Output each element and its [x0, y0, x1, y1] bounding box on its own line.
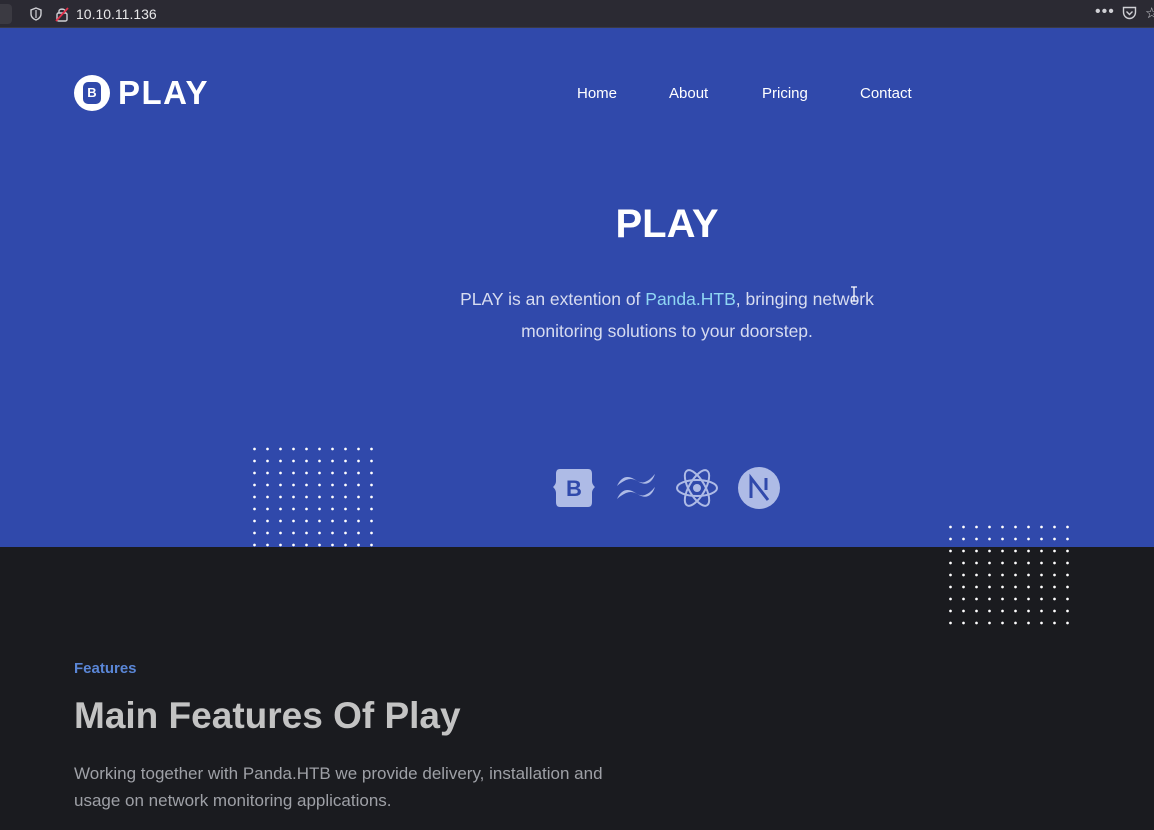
- logo-letter: B: [83, 82, 101, 104]
- svg-text:B: B: [566, 476, 582, 501]
- nav-about[interactable]: About: [669, 85, 708, 103]
- features-kicker: Features: [74, 660, 137, 677]
- insecure-lock-icon[interactable]: [55, 6, 69, 22]
- decorative-dot-grid: [248, 443, 378, 547]
- address-bar-url[interactable]: 10.10.11.136: [76, 5, 157, 23]
- features-title: Main Features Of Play: [74, 695, 461, 736]
- tailwind-icon: [617, 474, 655, 499]
- react-icon: [676, 469, 718, 507]
- more-dots-icon[interactable]: •••: [1095, 3, 1115, 21]
- pocket-icon[interactable]: [1122, 6, 1137, 20]
- nav-pricing[interactable]: Pricing: [762, 85, 808, 103]
- features-description: Working together with Panda.HTB we provi…: [74, 764, 603, 810]
- hero-description: PLAY is an extention of Panda.HTB, bring…: [420, 283, 914, 347]
- panda-htb-link[interactable]: Panda.HTB: [645, 289, 735, 309]
- logo-text: PLAY: [118, 74, 209, 111]
- text-cursor-icon: [851, 286, 857, 302]
- nav-contact[interactable]: Contact: [860, 85, 912, 103]
- decorative-dot-grid: [944, 521, 1074, 629]
- nav-home[interactable]: Home: [577, 85, 617, 103]
- toolbar-edge: [0, 4, 12, 24]
- browser-toolbar: 10.10.11.136 ••• ☆: [0, 0, 1154, 28]
- hero-text-start: PLAY is an extention of: [460, 289, 646, 309]
- bootstrap-icon: B: [553, 469, 595, 507]
- hero-title: PLAY: [615, 202, 719, 246]
- shield-icon[interactable]: [30, 7, 42, 21]
- bookmark-star-icon[interactable]: ☆: [1145, 4, 1154, 22]
- logo-badge: B: [74, 75, 110, 111]
- nextjs-icon: [738, 467, 780, 509]
